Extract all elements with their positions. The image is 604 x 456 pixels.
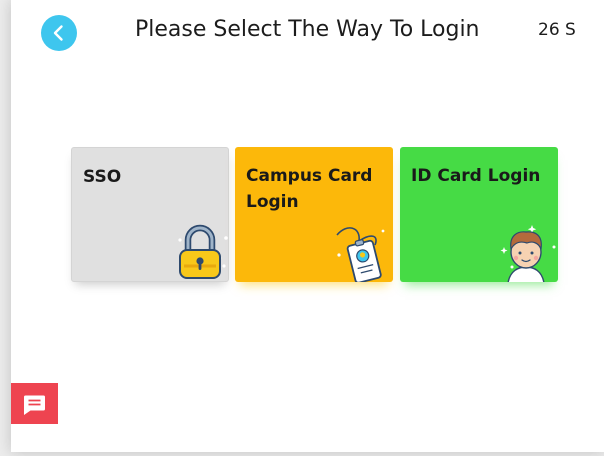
header-bar: Please Select The Way To Login 26 S [11,0,604,64]
id-card-label: ID Card Login [411,166,541,186]
id-card-login-card[interactable]: ID Card Login [400,147,558,282]
sso-label: SSO [83,167,122,187]
message-icon [24,395,45,415]
campus-card-login-card[interactable]: Campus Card Login [235,147,393,282]
sso-login-card[interactable]: SSO [71,147,229,282]
feedback-button[interactable] [11,383,58,424]
person-face-icon [500,225,556,282]
chevron-left-icon [53,25,63,41]
id-badge-icon [336,227,385,282]
campus-card-label: Campus Card Login [246,166,373,212]
padlock-icon [178,224,228,279]
countdown-timer: 26 S [538,20,576,40]
login-screen: Please Select The Way To Login 26 S SSO … [11,0,604,452]
page-title: Please Select The Way To Login [135,17,480,42]
back-button[interactable] [41,15,77,51]
